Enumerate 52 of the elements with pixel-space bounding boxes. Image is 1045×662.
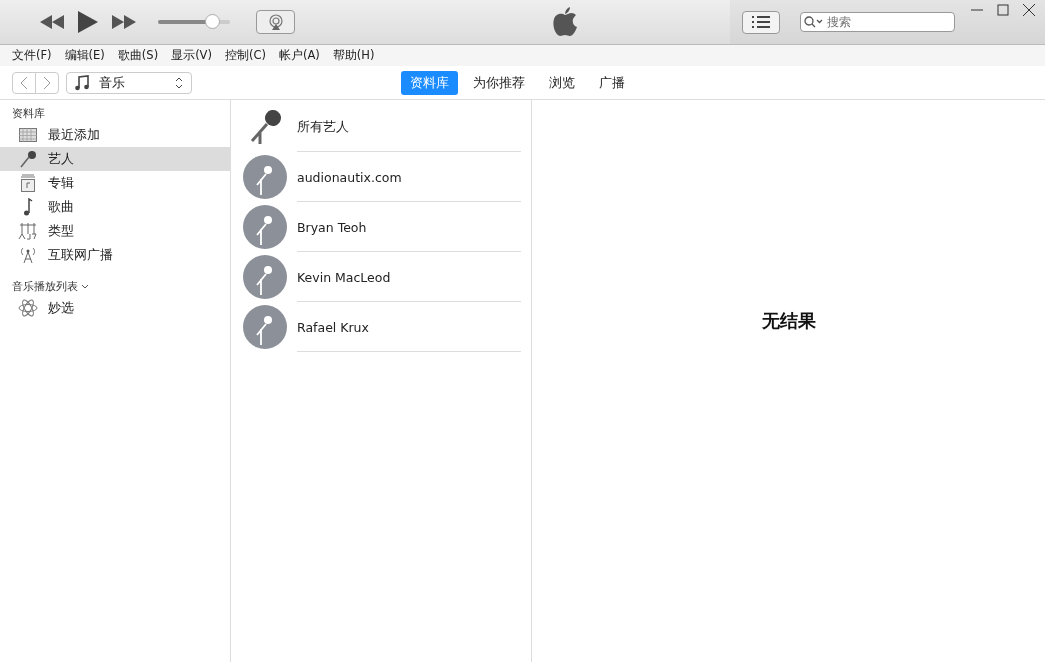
artist-avatar-icon xyxy=(243,305,287,349)
menu-item[interactable]: 帮助(H) xyxy=(332,48,375,63)
back-forward-buttons[interactable] xyxy=(12,71,59,94)
close-icon[interactable] xyxy=(1023,4,1035,16)
list-view-button[interactable] xyxy=(742,10,780,34)
list-icon xyxy=(752,16,770,28)
music-note-icon xyxy=(75,74,89,91)
artist-row[interactable]: Kevin MacLeod xyxy=(231,252,531,302)
menu-item[interactable]: 文件(F) xyxy=(12,48,52,63)
sidebar-item[interactable]: 专辑 xyxy=(0,171,230,195)
artist-avatar-icon xyxy=(243,205,287,249)
atom-icon xyxy=(18,298,38,318)
nav-tab[interactable]: 浏览 xyxy=(540,70,584,95)
microphone-icon xyxy=(248,109,282,145)
apple-logo-icon xyxy=(552,7,578,37)
airplay-button[interactable] xyxy=(256,10,295,34)
media-picker[interactable]: 音乐 xyxy=(66,71,192,94)
sidebar-item[interactable]: 妙选 xyxy=(0,296,230,320)
nav-tab[interactable]: 广播 xyxy=(590,70,634,95)
play-icon[interactable] xyxy=(78,11,98,33)
fast-forward-icon[interactable] xyxy=(112,15,136,29)
artist-row[interactable]: 所有艺人 xyxy=(231,102,531,152)
chevron-up-down-icon xyxy=(175,76,183,89)
airplay-icon xyxy=(267,14,284,30)
album-icon xyxy=(18,174,38,192)
rewind-icon[interactable] xyxy=(40,15,64,29)
sidebar-item[interactable]: 艺人 xyxy=(0,147,230,171)
artist-row[interactable]: Rafael Krux xyxy=(231,302,531,352)
chevron-down-icon xyxy=(81,284,89,289)
artist-avatar-icon xyxy=(243,155,287,199)
no-results-message: 无结果 xyxy=(761,309,816,333)
grid-icon xyxy=(18,128,38,142)
section-heading[interactable]: 音乐播放列表 xyxy=(0,277,230,296)
antenna-icon xyxy=(18,246,38,264)
menu-item[interactable]: 显示(V) xyxy=(171,48,212,63)
artist-row[interactable]: Bryan Teoh xyxy=(231,202,531,252)
menu-item[interactable]: 歌曲(S) xyxy=(117,48,159,63)
microphone-icon xyxy=(18,150,38,168)
nav-tab[interactable]: 为你推荐 xyxy=(464,70,534,95)
menu-item[interactable]: 帐户(A) xyxy=(279,48,320,63)
sidebar-item[interactable]: 类型 xyxy=(0,219,230,243)
guitar-strings-icon xyxy=(18,222,38,240)
sidebar-item[interactable]: 最近添加 xyxy=(0,123,230,147)
search-field[interactable]: 搜索 xyxy=(800,12,955,32)
artist-avatar-icon xyxy=(243,255,287,299)
menu-item[interactable]: 编辑(E) xyxy=(64,48,105,63)
sidebar-item[interactable]: 歌曲 xyxy=(0,195,230,219)
maximize-icon[interactable] xyxy=(997,4,1009,16)
artist-row[interactable]: audionautix.com xyxy=(231,152,531,202)
sidebar-item[interactable]: 互联网广播 xyxy=(0,243,230,267)
menu-item[interactable]: 控制(C) xyxy=(224,48,266,63)
section-heading: 资料库 xyxy=(11,106,46,122)
